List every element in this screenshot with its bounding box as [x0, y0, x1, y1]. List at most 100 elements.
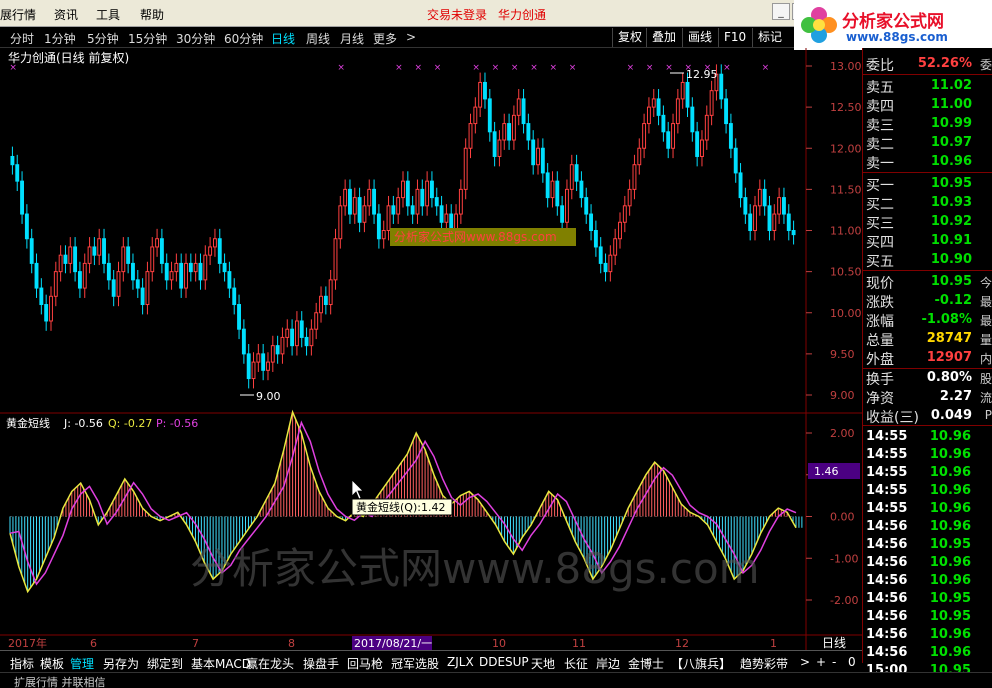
candle-body: [642, 123, 647, 149]
date-label-aug: 8: [288, 637, 295, 650]
candle-body: [666, 131, 671, 149]
extra-label: 换手: [866, 372, 894, 388]
candle-body: [116, 271, 121, 297]
menu-item-tools[interactable]: 工具: [96, 6, 120, 23]
tab-zjlx[interactable]: ZJLX: [447, 655, 474, 669]
tab-huimaqiang[interactable]: 回马枪: [347, 655, 383, 672]
extra-suffix: P: [984, 408, 992, 422]
toolbar-f10-button[interactable]: F10: [718, 28, 751, 47]
tab-sup[interactable]: SUP: [505, 655, 529, 669]
sell-row[interactable]: 卖五 11.02: [863, 76, 992, 96]
period-weekly[interactable]: 周线: [306, 30, 330, 47]
tab-trend[interactable]: 趋势彩带: [740, 655, 788, 672]
stat-label: 现价: [866, 276, 894, 292]
buy-price: 10.91: [930, 233, 972, 248]
chevron-right-icon[interactable]: >: [800, 655, 810, 669]
tab-manage[interactable]: 管理: [70, 655, 94, 672]
menu-item-news[interactable]: 资讯: [54, 6, 78, 23]
tab-basic-macd[interactable]: 基本MACD: [191, 655, 251, 672]
stock-name: 华力创通: [498, 8, 547, 22]
tab-doctor[interactable]: 金博士: [628, 655, 664, 672]
period-monthly[interactable]: 月线: [340, 30, 364, 47]
candle-body: [444, 213, 449, 223]
period-5min[interactable]: 5分钟: [87, 30, 119, 47]
buy-label: 买五: [866, 254, 894, 270]
tick-time: 14:56: [866, 573, 908, 588]
buy-row[interactable]: 买四 10.91: [863, 231, 992, 251]
plus-icon[interactable]: +: [816, 655, 826, 669]
tick-row: 14:55 10.96: [863, 482, 992, 500]
tab-dde[interactable]: DDE: [479, 655, 505, 669]
tab-indicator[interactable]: 指标: [10, 655, 34, 672]
candle-body: [232, 287, 237, 306]
indicator-axis-label: 0.00: [830, 511, 855, 524]
candle-body: [145, 271, 150, 306]
sell-row[interactable]: 卖四 11.00: [863, 95, 992, 115]
buy-row[interactable]: 买五 10.90: [863, 250, 992, 270]
tab-champion[interactable]: 冠军选股: [391, 655, 439, 672]
candle-body: [135, 279, 140, 289]
signal-marker: ×: [530, 63, 538, 73]
tick-price: 10.95: [929, 537, 971, 552]
tab-save-as[interactable]: 另存为: [103, 655, 139, 672]
tab-leader[interactable]: 赢在龙头: [246, 655, 294, 672]
menu-item-help[interactable]: 帮助: [140, 6, 164, 23]
chart-area[interactable]: 13.00 12.50 12.00 11.50 11.00 10.50 10.00 9.50 9…: [0, 48, 862, 650]
candle-body: [598, 246, 603, 264]
buy-row[interactable]: 买一 10.95: [863, 174, 992, 194]
toolbar-overlay-button[interactable]: 叠加: [646, 28, 681, 47]
period-more[interactable]: 更多: [373, 30, 397, 47]
candle-body: [261, 353, 266, 371]
signal-marker: ×: [549, 63, 557, 73]
period-15min[interactable]: 15分钟: [128, 30, 167, 47]
tab-baqibing[interactable]: 【八旗兵】: [671, 655, 731, 672]
tick-time: 14:56: [866, 537, 908, 552]
zero-button[interactable]: 0: [848, 655, 856, 669]
period-1min[interactable]: 1分钟: [44, 30, 76, 47]
buy-row[interactable]: 买三 10.92: [863, 212, 992, 232]
tab-tiandi[interactable]: 天地: [531, 655, 555, 672]
candle-body: [646, 106, 651, 125]
outer-volume: 12907: [926, 350, 972, 365]
stat-label: 总量: [866, 333, 894, 349]
candle-body: [155, 238, 160, 248]
toolbar-draw-button[interactable]: 画线: [682, 28, 717, 47]
candle-body: [102, 238, 106, 264]
minimize-icon[interactable]: _: [772, 3, 790, 20]
net-asset-value: 2.27: [939, 389, 972, 404]
candle-body: [150, 246, 155, 273]
period-60min[interactable]: 60分钟: [224, 30, 263, 47]
signal-marker: ×: [395, 63, 403, 73]
extra-label: 净资: [866, 391, 894, 407]
candle-body: [434, 197, 439, 207]
buy-row[interactable]: 买二 10.93: [863, 193, 992, 213]
toolbar-restore-button[interactable]: 复权: [612, 28, 647, 47]
tab-bind-to[interactable]: 绑定到: [147, 655, 183, 672]
tab-template[interactable]: 模板: [40, 655, 64, 672]
candle-body: [266, 361, 270, 371]
login-notice[interactable]: 交易未登录: [427, 6, 487, 23]
chevron-right-icon[interactable]: >: [406, 30, 416, 44]
candle-body: [20, 180, 25, 215]
minus-icon[interactable]: -: [832, 655, 836, 669]
tab-changzheng[interactable]: 长征: [564, 655, 588, 672]
sell-row[interactable]: 卖一 10.96: [863, 152, 992, 172]
stat-row: 总量 28747 量: [863, 329, 992, 349]
tick-time: 14:56: [866, 591, 908, 606]
period-30min[interactable]: 30分钟: [176, 30, 215, 47]
candle-body: [227, 271, 232, 289]
tab-anbian[interactable]: 岸边: [596, 655, 620, 672]
candle-body: [492, 131, 497, 157]
sell-row[interactable]: 卖三 10.99: [863, 114, 992, 134]
stat-suffix: 内: [979, 352, 992, 366]
period-daily[interactable]: 日线: [271, 30, 295, 47]
buy-label: 买四: [866, 235, 894, 251]
sell-row[interactable]: 卖二 10.97: [863, 133, 992, 153]
toolbar-mark-button[interactable]: 标记: [752, 28, 787, 47]
kline-chart-svg[interactable]: 13.0012.5012.0011.5011.0010.5010.009.509…: [0, 48, 862, 650]
tick-time: 14:55: [866, 447, 908, 462]
tab-trader[interactable]: 操盘手: [303, 655, 339, 672]
menu-item-market[interactable]: 展行情: [0, 6, 36, 23]
candle-body: [179, 262, 184, 289]
period-intraday[interactable]: 分时: [10, 30, 34, 47]
